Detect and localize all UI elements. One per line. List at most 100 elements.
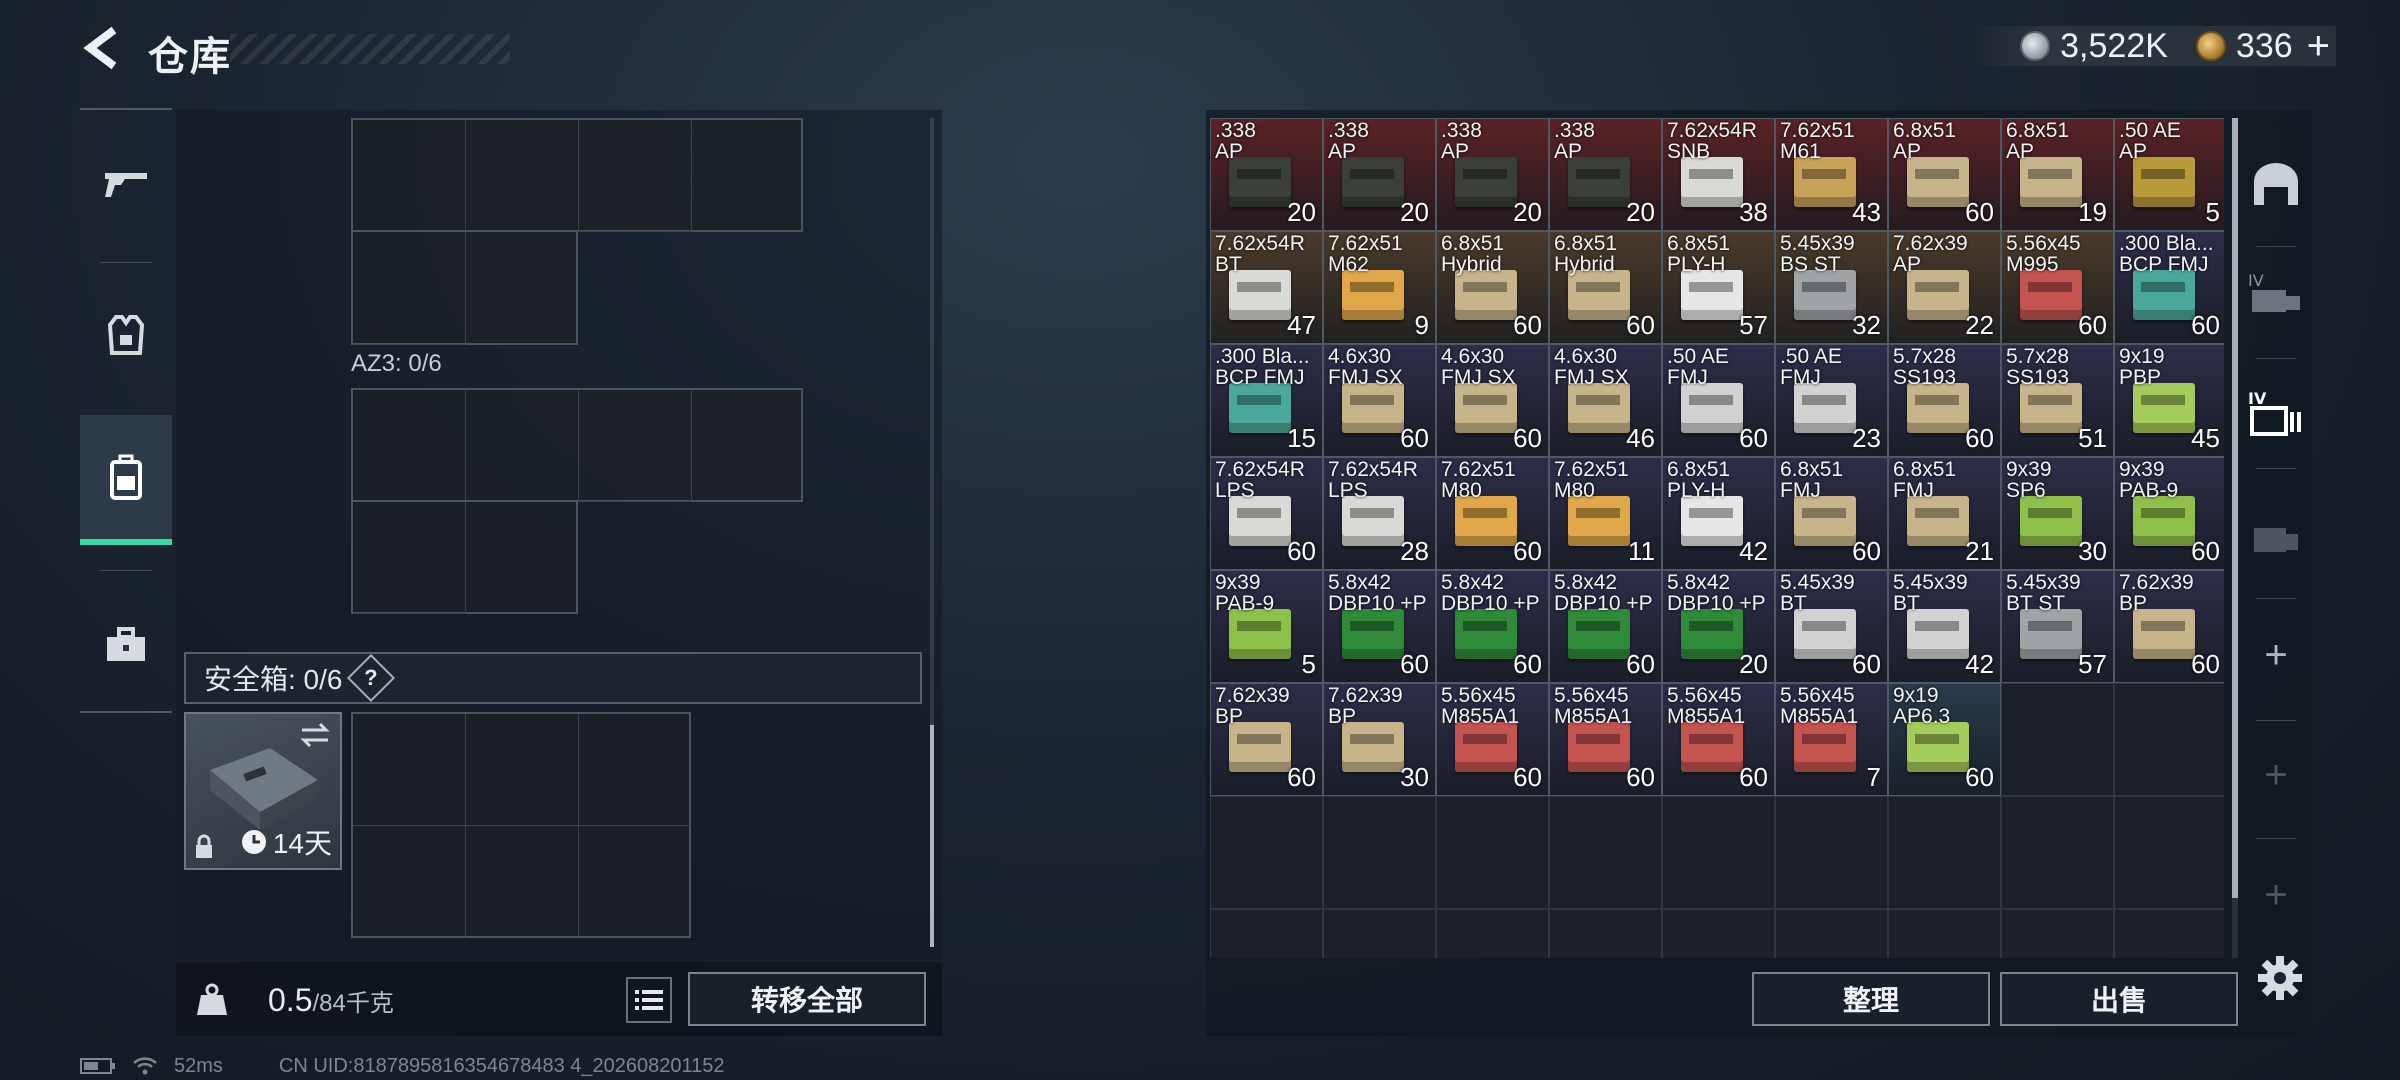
ammo-item[interactable]: 5.56x45 M855A1 60 bbox=[1662, 683, 1775, 796]
sort-button[interactable]: 整理 bbox=[1752, 972, 1990, 1026]
empty-slot[interactable] bbox=[1436, 796, 1549, 909]
ammo-item[interactable]: 5.7x28 SS193 51 bbox=[2001, 344, 2114, 457]
az3-grid-top[interactable] bbox=[351, 388, 803, 502]
add-currency-button[interactable]: + bbox=[2307, 24, 2330, 69]
ammo-item[interactable]: .300 Bla... BCP FMJ 15 bbox=[1210, 344, 1323, 457]
sell-button[interactable]: 出售 bbox=[2000, 972, 2238, 1026]
ammo-item[interactable]: .50 AE FMJ 60 bbox=[1662, 344, 1775, 457]
nav-armor[interactable] bbox=[80, 270, 172, 400]
transfer-all-button[interactable]: 转移全部 bbox=[688, 972, 926, 1026]
empty-slot[interactable] bbox=[1549, 796, 1662, 909]
nav-toolbox[interactable] bbox=[80, 580, 172, 710]
empty-slot[interactable] bbox=[1775, 909, 1888, 958]
ammo-item[interactable]: 7.62x54R BT 47 bbox=[1210, 231, 1323, 344]
ammo-item[interactable]: 5.8x42 DBP10 +P 60 bbox=[1323, 570, 1436, 683]
ammo-item[interactable]: 5.56x45 M855A1 60 bbox=[1549, 683, 1662, 796]
empty-slot[interactable] bbox=[1888, 796, 2001, 909]
rnav-add-3[interactable]: + bbox=[2240, 840, 2312, 950]
back-button[interactable] bbox=[78, 24, 126, 72]
warehouse-scrollbar[interactable] bbox=[2232, 118, 2238, 898]
empty-slot[interactable] bbox=[1549, 909, 1662, 958]
empty-slot[interactable] bbox=[1436, 909, 1549, 958]
ammo-item[interactable]: 7.62x51 M80 60 bbox=[1436, 457, 1549, 570]
safe-case-item[interactable]: 14天 bbox=[184, 712, 342, 870]
ammo-item[interactable]: 7.62x54R LPS 28 bbox=[1323, 457, 1436, 570]
empty-slot[interactable] bbox=[2001, 796, 2114, 909]
ammo-item[interactable]: 6.8x51 FMJ 60 bbox=[1775, 457, 1888, 570]
empty-slot[interactable] bbox=[2001, 909, 2114, 958]
empty-slot[interactable] bbox=[1323, 796, 1436, 909]
rnav-warehouse-4-active[interactable]: IV bbox=[2240, 358, 2312, 468]
ammo-item[interactable]: 4.6x30 FMJ SX 46 bbox=[1549, 344, 1662, 457]
ammo-item[interactable]: 5.45x39 BT ST 57 bbox=[2001, 570, 2114, 683]
empty-slot[interactable] bbox=[1662, 909, 1775, 958]
ammo-item[interactable]: 6.8x51 Hybrid 60 bbox=[1549, 231, 1662, 344]
help-button[interactable]: ? bbox=[347, 653, 396, 703]
storage-grid-top-lower[interactable] bbox=[351, 230, 578, 345]
ammo-item[interactable]: 7.62x39 BP 60 bbox=[2114, 570, 2224, 683]
ammo-item[interactable]: 5.56x45 M995 60 bbox=[2001, 231, 2114, 344]
rnav-vault[interactable] bbox=[2240, 128, 2312, 238]
ammo-item[interactable]: 9x39 PAB-9 5 bbox=[1210, 570, 1323, 683]
ammo-item[interactable]: 5.45x39 BS ST 32 bbox=[1775, 231, 1888, 344]
ammo-item[interactable]: 6.8x51 Hybrid 60 bbox=[1436, 231, 1549, 344]
ammo-item[interactable]: 7.62x51 M61 43 bbox=[1775, 118, 1888, 231]
ammo-item[interactable]: 5.56x45 M855A1 7 bbox=[1775, 683, 1888, 796]
nav-backpack[interactable] bbox=[80, 415, 172, 545]
ammo-item[interactable]: .50 AE AP 5 bbox=[2114, 118, 2224, 231]
nav-weapons[interactable] bbox=[80, 118, 172, 248]
empty-slot[interactable] bbox=[2114, 909, 2224, 958]
storage-grid-top[interactable] bbox=[351, 118, 803, 232]
ammo-item[interactable]: 5.8x42 DBP10 +P 20 bbox=[1662, 570, 1775, 683]
ammo-item[interactable]: 4.6x30 FMJ SX 60 bbox=[1436, 344, 1549, 457]
empty-slot[interactable] bbox=[2114, 683, 2224, 796]
list-view-button[interactable] bbox=[626, 977, 672, 1023]
ammo-item[interactable]: .338 AP 20 bbox=[1323, 118, 1436, 231]
ammo-item[interactable]: .338 AP 20 bbox=[1210, 118, 1323, 231]
rnav-warehouse-4[interactable]: IV bbox=[2240, 238, 2312, 348]
ammo-item[interactable]: 5.45x39 BT 60 bbox=[1775, 570, 1888, 683]
ammo-item[interactable]: 9x19 AP6.3 60 bbox=[1888, 683, 2001, 796]
ammo-item[interactable]: .338 AP 20 bbox=[1549, 118, 1662, 231]
ammo-item[interactable]: 6.8x51 PLY-H 57 bbox=[1662, 231, 1775, 344]
ammo-item[interactable]: 5.8x42 DBP10 +P 60 bbox=[1436, 570, 1549, 683]
backpack-scrollbar[interactable] bbox=[930, 725, 934, 947]
empty-slot[interactable] bbox=[1210, 909, 1323, 958]
ammo-item[interactable]: 6.8x51 AP 60 bbox=[1888, 118, 2001, 231]
ammo-item[interactable]: .300 Bla... BCP FMJ 60 bbox=[2114, 231, 2224, 344]
empty-slot[interactable] bbox=[2001, 683, 2114, 796]
ammo-item[interactable]: 5.8x42 DBP10 +P 60 bbox=[1549, 570, 1662, 683]
ammo-item[interactable]: 7.62x54R SNB 38 bbox=[1662, 118, 1775, 231]
empty-slot[interactable] bbox=[1775, 796, 1888, 909]
ammo-item[interactable]: .50 AE FMJ 23 bbox=[1775, 344, 1888, 457]
ammo-item[interactable]: 6.8x51 FMJ 21 bbox=[1888, 457, 2001, 570]
ammo-item[interactable]: 7.62x54R LPS 60 bbox=[1210, 457, 1323, 570]
ammo-item[interactable]: 6.8x51 PLY-H 42 bbox=[1662, 457, 1775, 570]
ammo-item[interactable]: 5.56x45 M855A1 60 bbox=[1436, 683, 1549, 796]
ammo-item[interactable]: 7.62x51 M62 9 bbox=[1323, 231, 1436, 344]
az3-grid-bottom[interactable] bbox=[351, 500, 578, 614]
ammo-item[interactable]: .338 AP 20 bbox=[1436, 118, 1549, 231]
ammo-item[interactable]: 5.45x39 BT 42 bbox=[1888, 570, 2001, 683]
swap-icon[interactable] bbox=[298, 722, 332, 748]
empty-slot[interactable] bbox=[1210, 796, 1323, 909]
ammo-item[interactable]: 4.6x30 FMJ SX 60 bbox=[1323, 344, 1436, 457]
ammo-item[interactable]: 7.62x51 M80 11 bbox=[1549, 457, 1662, 570]
ammo-item[interactable]: 7.62x39 BP 30 bbox=[1323, 683, 1436, 796]
ammo-item[interactable]: 6.8x51 AP 19 bbox=[2001, 118, 2114, 231]
ammo-item[interactable]: 9x19 PBP 45 bbox=[2114, 344, 2224, 457]
ammo-item[interactable]: 7.62x39 BP 60 bbox=[1210, 683, 1323, 796]
empty-slot[interactable] bbox=[2114, 796, 2224, 909]
empty-slot[interactable] bbox=[1888, 909, 2001, 958]
rnav-add-1[interactable]: + bbox=[2240, 600, 2312, 710]
safe-box-grid[interactable] bbox=[351, 712, 691, 938]
ammo-item[interactable]: 9x39 SP6 30 bbox=[2001, 457, 2114, 570]
rnav-add-2[interactable]: + bbox=[2240, 720, 2312, 830]
empty-slot[interactable] bbox=[1662, 796, 1775, 909]
ammo-item[interactable]: 7.62x39 AP 22 bbox=[1888, 231, 2001, 344]
ammo-item[interactable]: 9x39 PAB-9 60 bbox=[2114, 457, 2224, 570]
rnav-locked[interactable] bbox=[2240, 478, 2312, 588]
settings-button[interactable] bbox=[2252, 950, 2308, 1006]
ammo-item[interactable]: 5.7x28 SS193 60 bbox=[1888, 344, 2001, 457]
empty-slot[interactable] bbox=[1323, 909, 1436, 958]
